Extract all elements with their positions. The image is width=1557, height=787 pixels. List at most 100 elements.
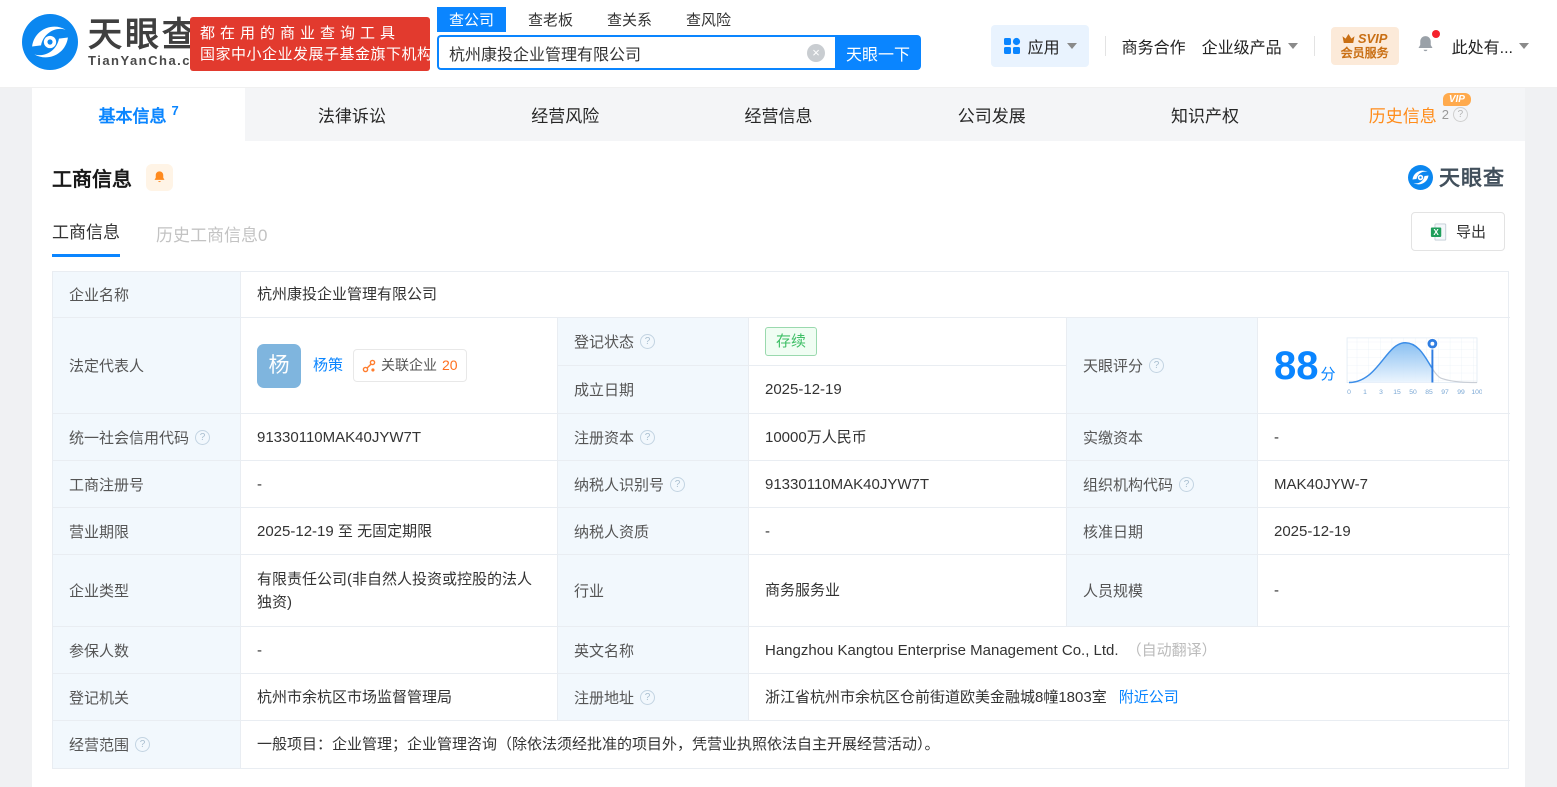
tianyancha-logo[interactable]: 天眼查 TianYanCha.com (22, 14, 214, 70)
approval-date-value: 2025-12-19 (1258, 508, 1510, 555)
tianyancha-logo-icon (22, 14, 78, 70)
clear-search-icon[interactable] (807, 44, 825, 62)
score-distribution-chart: 0 1 3 15 50 85 97 99 100 (1344, 334, 1482, 398)
tab-label: 经营信息 (744, 102, 812, 127)
business-info-section: 工商信息 天眼查 工商信息 历史工商信息0 (32, 141, 1525, 787)
tab-operation-risk[interactable]: 经营风险 (459, 88, 672, 141)
search-input[interactable] (437, 35, 835, 70)
legal-rep-avatar[interactable]: 杨 (257, 344, 301, 388)
help-icon[interactable] (1149, 358, 1164, 373)
label-text: 注册地址 (574, 687, 634, 708)
divider (1314, 36, 1315, 56)
slogan-line2: 国家中小企业发展子基金旗下机构 (200, 44, 420, 65)
section-title: 工商信息 (52, 163, 132, 192)
insured-count-label: 参保人数 (53, 627, 241, 674)
related-label: 关联企业 (381, 354, 437, 377)
search-tab-company[interactable]: 查公司 (437, 7, 506, 32)
reg-capital-label: 注册资本 (558, 414, 749, 461)
help-icon[interactable] (195, 430, 210, 445)
auto-translate-note: （自动翻译） (1127, 639, 1217, 662)
enterprise-label: 企业级产品 (1202, 34, 1282, 58)
legal-rep-value: 杨 杨策 关联企业 20 (241, 318, 558, 414)
crown-icon (1342, 33, 1355, 44)
search-tabs: 查公司 查老板 查关系 查风险 (437, 6, 921, 32)
nav-enterprise-products[interactable]: 企业级产品 (1202, 34, 1298, 58)
tab-operation-info[interactable]: 经营信息 (672, 88, 885, 141)
reg-address-label: 注册地址 (558, 674, 749, 721)
subscribe-bell-button[interactable] (146, 164, 173, 191)
svg-text:97: 97 (1441, 389, 1449, 396)
reg-authority-value: 杭州市余杭区市场监督管理局 (241, 674, 558, 721)
help-icon[interactable] (640, 690, 655, 705)
label-text: 实缴资本 (1083, 427, 1143, 448)
svip-label-line2: 会员服务 (1341, 46, 1389, 61)
label-text: 登记状态 (574, 331, 634, 352)
business-scope-label: 经营范围 (53, 721, 241, 768)
tab-intellectual-property[interactable]: 知识产权 (1098, 88, 1311, 141)
company-name-label: 企业名称 (53, 272, 241, 318)
export-button[interactable]: X 导出 (1411, 212, 1505, 251)
tab-label: 历史信息 (1369, 102, 1437, 127)
business-scope-value: 一般项目：企业管理；企业管理咨询（除依法须经批准的项目外，凭营业执照依法自主开展… (241, 721, 1510, 768)
nearby-companies-link[interactable]: 附近公司 (1119, 686, 1179, 709)
help-icon[interactable] (1179, 477, 1194, 492)
search-button[interactable]: 天眼一下 (835, 35, 921, 70)
nav-cooperation[interactable]: 商务合作 (1122, 34, 1186, 58)
cooperation-label: 商务合作 (1122, 34, 1186, 58)
search-tab-relation[interactable]: 查关系 (595, 7, 664, 32)
vip-badge: VIP (1443, 93, 1471, 106)
help-icon[interactable] (640, 430, 655, 445)
tab-company-development[interactable]: 公司发展 (885, 88, 1098, 141)
business-term-value: 2025-12-19 至 无固定期限 (241, 508, 558, 555)
svip-member-button[interactable]: SVIP 会员服务 (1331, 27, 1399, 65)
label-text: 组织机构代码 (1083, 474, 1173, 495)
reg-number-label: 工商注册号 (53, 461, 241, 508)
approval-date-label: 核准日期 (1067, 508, 1258, 555)
reg-address-value: 浙江省杭州市余杭区仓前街道欧美金融城8幢1803室 附近公司 (749, 674, 1510, 721)
business-info-table: 企业名称 杭州康投企业管理有限公司 法定代表人 杨 杨策 (52, 271, 1509, 769)
taxpayer-id-value: 91330110MAK40JYW7T (749, 461, 1067, 508)
notifications-button[interactable] (1415, 33, 1436, 60)
svg-text:0: 0 (1347, 389, 1351, 396)
value-text: 杭州康投企业管理有限公司 (257, 283, 437, 306)
apps-menu-button[interactable]: 应用 (991, 25, 1089, 67)
establish-date-label: 成立日期 (558, 366, 749, 414)
help-icon[interactable] (1453, 107, 1468, 122)
svg-text:3: 3 (1379, 389, 1383, 396)
main-panel: 基本信息 7 法律诉讼 经营风险 经营信息 公司发展 知识产权 VIP 历史信息… (32, 88, 1525, 787)
svg-text:15: 15 (1393, 389, 1401, 396)
taxpayer-quality-value: - (749, 508, 1067, 555)
svg-text:X: X (1433, 228, 1439, 237)
reg-authority-label: 登记机关 (53, 674, 241, 721)
search-tab-risk[interactable]: 查风险 (674, 7, 743, 32)
help-icon[interactable] (135, 737, 150, 752)
search-tab-boss[interactable]: 查老板 (516, 7, 585, 32)
reg-capital-value: 10000万人民币 (749, 414, 1067, 461)
tab-label: 基本信息 (99, 102, 167, 127)
label-text: 统一社会信用代码 (69, 427, 189, 448)
staff-size-value: - (1258, 555, 1510, 627)
excel-icon: X (1430, 223, 1448, 241)
company-type-value: 有限责任公司(非自然人投资或控股的法人独资) (241, 555, 558, 627)
tianyancha-logo-icon (1408, 165, 1433, 190)
tab-legal-litigation[interactable]: 法律诉讼 (245, 88, 458, 141)
subtab-business-info[interactable]: 工商信息 (52, 218, 120, 257)
svg-text:99: 99 (1457, 389, 1465, 396)
company-type-label: 企业类型 (53, 555, 241, 627)
help-icon[interactable] (670, 477, 685, 492)
label-text: 注册资本 (574, 427, 634, 448)
divider (1105, 36, 1106, 56)
paid-capital-label: 实缴资本 (1067, 414, 1258, 461)
tab-basic-info[interactable]: 基本信息 7 (32, 88, 245, 141)
paid-capital-value: - (1258, 414, 1510, 461)
help-icon[interactable] (640, 334, 655, 349)
subtab-history-business-info[interactable]: 历史工商信息0 (156, 221, 267, 257)
user-name-label: 此处有... (1452, 34, 1513, 58)
score-unit: 分 (1321, 363, 1336, 386)
tab-history-info[interactable]: VIP 历史信息 2 (1312, 88, 1525, 141)
related-companies-badge[interactable]: 关联企业 20 (353, 349, 467, 382)
user-menu[interactable]: 此处有... (1452, 34, 1529, 58)
legal-rep-name-link[interactable]: 杨策 (313, 354, 343, 377)
label-text: 人员规模 (1083, 580, 1143, 601)
label-text: 英文名称 (574, 640, 634, 661)
